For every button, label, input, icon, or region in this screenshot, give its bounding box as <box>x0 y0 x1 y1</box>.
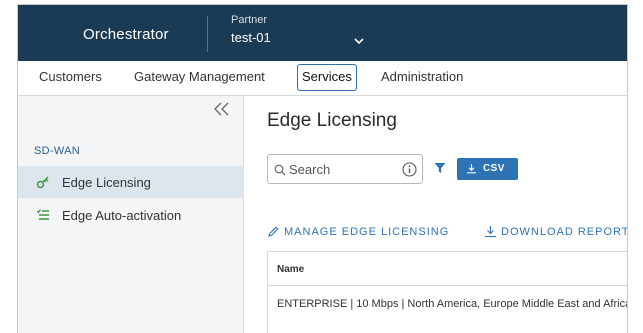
app-window: Orchestrator Partner test-01 Customers G… <box>17 4 628 333</box>
sidebar-item-edge-licensing[interactable]: Edge Licensing <box>18 166 244 198</box>
sidebar: SD-WAN Edge Licensing Edge Auto-activati… <box>18 96 244 333</box>
licenses-table: Name ENTERPRISE | 10 Mbps | North Americ… <box>267 251 628 333</box>
download-icon <box>484 225 497 241</box>
download-icon <box>466 163 477 177</box>
partner-label: Partner <box>231 14 268 26</box>
chevron-down-icon[interactable] <box>354 32 364 50</box>
tab-customers[interactable]: Customers <box>39 69 102 84</box>
main-nav: Customers Gateway Management Services Ad… <box>18 61 627 96</box>
search-icon <box>274 163 286 181</box>
tab-administration[interactable]: Administration <box>381 69 463 84</box>
collapse-sidebar-icon[interactable] <box>212 101 236 121</box>
top-header: Orchestrator Partner test-01 <box>18 5 627 61</box>
sidebar-item-edge-auto-activation[interactable]: Edge Auto-activation <box>18 199 244 231</box>
search-field[interactable] <box>267 154 423 184</box>
info-icon[interactable] <box>402 162 417 182</box>
sidebar-item-label: Edge Auto-activation <box>62 208 182 223</box>
column-header-name[interactable]: Name <box>277 264 304 275</box>
sidebar-item-label: Edge Licensing <box>62 175 151 190</box>
table-row[interactable]: ENTERPRISE | 10 Mbps | North America, Eu… <box>268 287 628 321</box>
key-icon <box>36 175 50 192</box>
search-input[interactable] <box>289 160 399 178</box>
header-divider <box>207 16 208 52</box>
partner-selector[interactable]: Partner test-01 <box>231 14 271 45</box>
app-title: Orchestrator <box>83 26 169 43</box>
manage-link-label: MANAGE EDGE LICENSING <box>284 226 450 238</box>
page-title: Edge Licensing <box>267 110 397 131</box>
list-check-icon <box>36 208 50 225</box>
tab-services[interactable]: Services <box>297 64 357 91</box>
download-link-label: DOWNLOAD REPORT <box>501 226 628 238</box>
csv-label: CSV <box>483 163 505 174</box>
table-header: Name <box>268 252 627 286</box>
partner-value: test-01 <box>231 30 271 45</box>
csv-export-button[interactable]: CSV <box>457 158 518 180</box>
pencil-icon <box>267 225 280 241</box>
table-cell-name: ENTERPRISE | 10 Mbps | North America, Eu… <box>277 298 628 310</box>
main-content: Edge Licensing Search CSV MANAGE EDGE LI… <box>245 96 628 333</box>
tab-gateway-management[interactable]: Gateway Management <box>134 69 265 84</box>
filter-icon[interactable] <box>434 161 446 179</box>
sidebar-section-sdwan: SD-WAN <box>34 145 80 157</box>
